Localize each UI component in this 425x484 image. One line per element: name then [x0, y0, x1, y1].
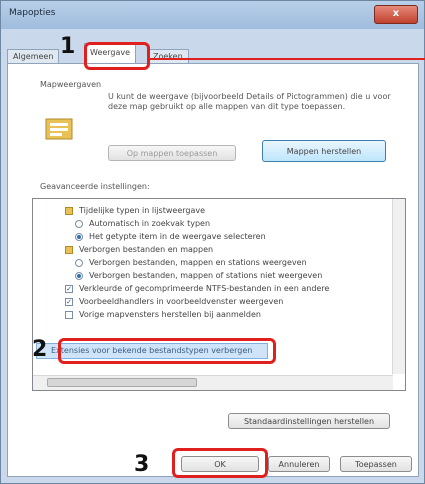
radio-icon[interactable]	[75, 220, 83, 228]
tab-general[interactable]: Algemeen	[7, 49, 60, 64]
highlight-view-tab	[84, 42, 150, 70]
apply-button[interactable]: Toepassen	[340, 456, 412, 472]
radio-icon[interactable]	[75, 259, 83, 267]
callout-1: 1	[60, 34, 76, 59]
folder-views-header: Mapweergaven	[40, 80, 102, 89]
horizontal-scrollbar[interactable]	[33, 375, 393, 390]
folder-views-icon	[45, 118, 73, 140]
title-bar: Mapopties x	[1, 1, 424, 29]
apply-to-folders-button[interactable]: Op mappen toepassen	[108, 145, 236, 161]
radio-selected-icon[interactable]	[75, 272, 83, 280]
vertical-scrollbar[interactable]	[392, 199, 405, 374]
window-title: Mapopties	[9, 8, 56, 18]
highlight-ok-button	[172, 448, 268, 478]
cancel-button[interactable]: Annuleren	[268, 456, 330, 472]
scroll-thumb[interactable]	[47, 378, 197, 387]
close-icon: x	[392, 8, 400, 19]
close-button[interactable]: x	[374, 5, 418, 24]
advanced-settings-header: Geavanceerde instellingen:	[40, 182, 150, 191]
callout-line	[150, 58, 425, 60]
tab-search[interactable]: Zoeken	[147, 49, 189, 64]
callout-2: 2	[32, 337, 48, 362]
checkbox-icon[interactable]: ✓	[65, 285, 73, 293]
callout-3: 3	[134, 452, 150, 477]
checkbox-icon[interactable]	[65, 311, 73, 319]
folder-icon	[65, 207, 73, 215]
reset-folders-button[interactable]: Mappen herstellen	[262, 140, 386, 162]
highlight-selected-item	[58, 338, 276, 364]
folder-icon	[65, 246, 73, 254]
folder-views-description: U kunt de weergave (bijvoorbeeld Details…	[108, 92, 391, 111]
restore-defaults-button[interactable]: Standaardinstellingen herstellen	[228, 413, 390, 429]
checkbox-icon[interactable]: ✓	[65, 298, 73, 306]
radio-selected-icon[interactable]	[75, 233, 83, 241]
